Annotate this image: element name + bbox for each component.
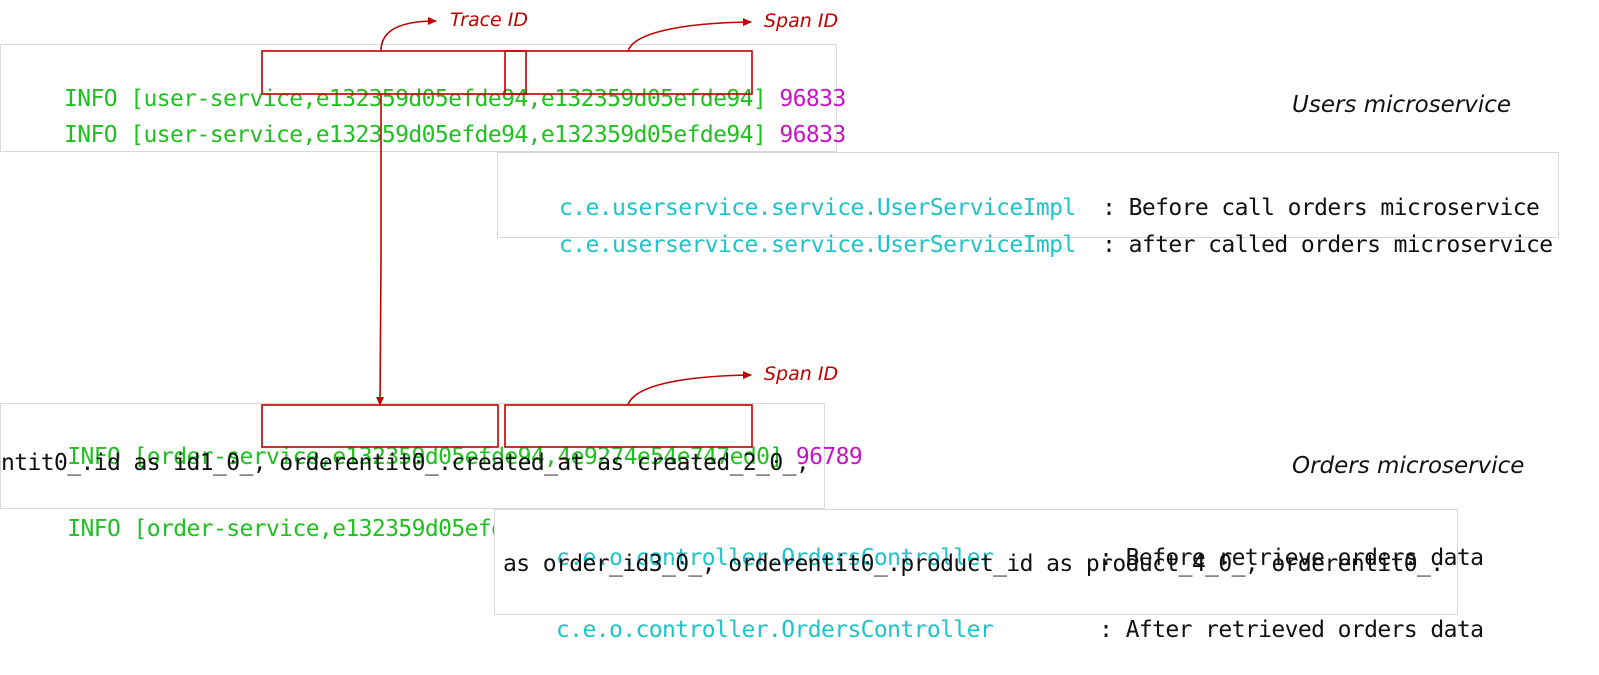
annotation-overlay [261,17,753,448]
span-id-arrow-bottom [627,371,752,406]
users-span-id-box [504,50,753,95]
trace-id-arrow [380,17,437,52]
orders-span-id-box [504,404,753,448]
orders-trace-id-box [261,404,499,448]
span-id-arrow-top [627,18,752,52]
users-trace-id-box [261,50,527,95]
trace-propagation-arrow [376,94,385,406]
